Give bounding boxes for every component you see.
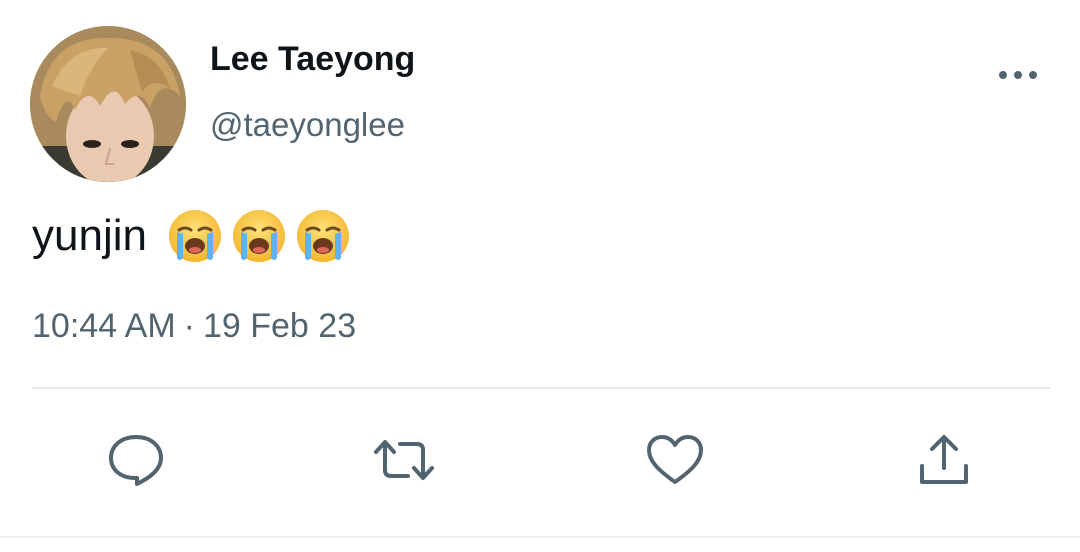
retweet-button[interactable] (372, 428, 436, 492)
share-icon (920, 435, 968, 484)
more-options-button[interactable] (992, 58, 1044, 92)
avatar-image (30, 26, 186, 182)
display-name[interactable]: Lee Taeyong (210, 40, 415, 79)
tweet-timestamp[interactable]: 10:44 AM · 19 Feb 23 (32, 307, 356, 346)
loudly-crying-face-icon (232, 210, 285, 262)
share-button[interactable] (912, 428, 976, 492)
bottom-border (0, 536, 1080, 538)
avatar[interactable] (30, 26, 186, 182)
tweet-date: 19 Feb 23 (202, 307, 357, 345)
more-horizontal-icon (999, 71, 1037, 79)
loudly-crying-face-icon (296, 210, 349, 262)
retweet-icon (374, 440, 434, 480)
loudly-crying-face-icon (168, 210, 221, 262)
tweet-text: yunjin (32, 206, 351, 266)
like-button[interactable] (643, 428, 707, 492)
tweet-time: 10:44 AM (32, 307, 176, 345)
tweet-text-content: yunjin (32, 211, 147, 260)
tweet-card: Lee Taeyong @taeyonglee yunjin 10:44 AM … (0, 0, 1080, 552)
user-handle[interactable]: @taeyonglee (210, 106, 405, 144)
heart-icon (647, 435, 703, 484)
reply-icon (109, 435, 163, 486)
divider (32, 387, 1050, 389)
reply-button[interactable] (104, 428, 168, 492)
emoji-group (167, 208, 351, 264)
timestamp-separator: · (183, 307, 195, 345)
